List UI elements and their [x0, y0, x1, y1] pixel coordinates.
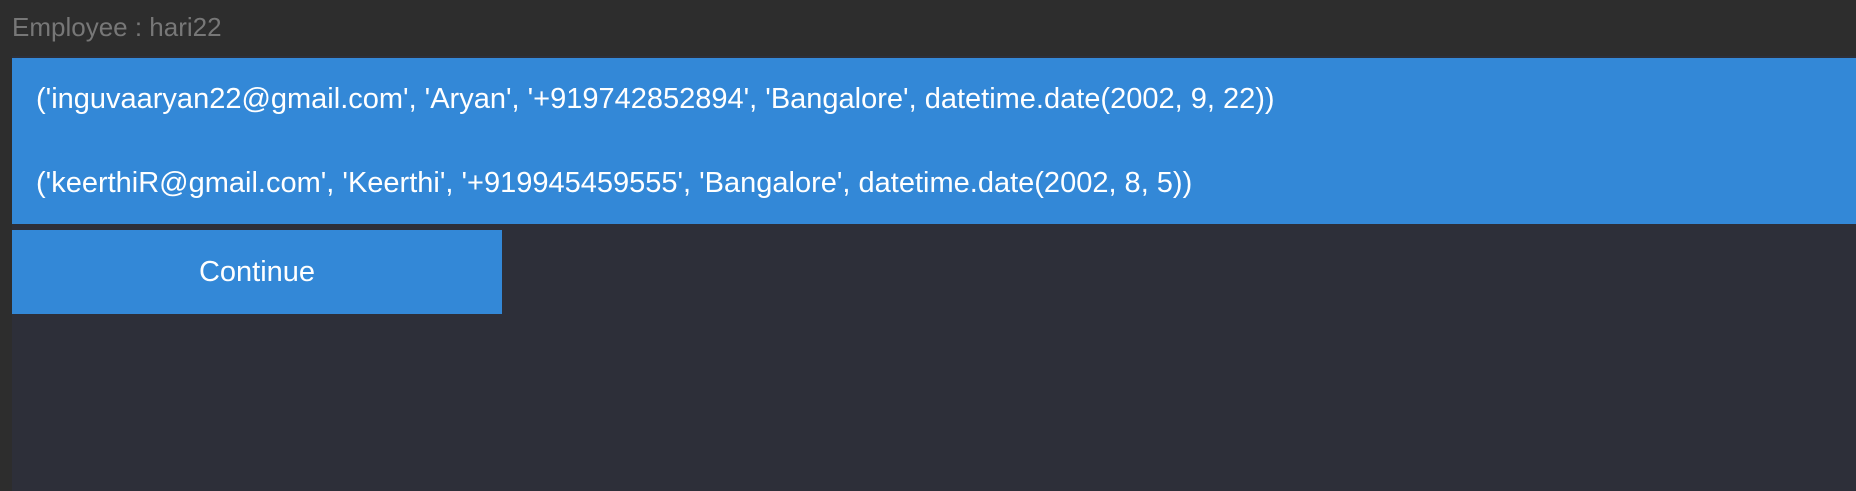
record-row[interactable]: ('inguvaaryan22@gmail.com', 'Aryan', '+9…	[36, 79, 1275, 119]
continue-button[interactable]: Continue	[12, 230, 502, 314]
record-row[interactable]: ('keerthiR@gmail.com', 'Keerthi', '+9199…	[36, 163, 1192, 203]
page-title: Employee : hari22	[12, 12, 222, 42]
header: Employee : hari22	[0, 0, 1856, 56]
main-content: ('inguvaaryan22@gmail.com', 'Aryan', '+9…	[12, 56, 1856, 491]
record-list: ('inguvaaryan22@gmail.com', 'Aryan', '+9…	[12, 58, 1856, 224]
employee-records-window: Employee : hari22 ('inguvaaryan22@gmail.…	[0, 0, 1856, 491]
